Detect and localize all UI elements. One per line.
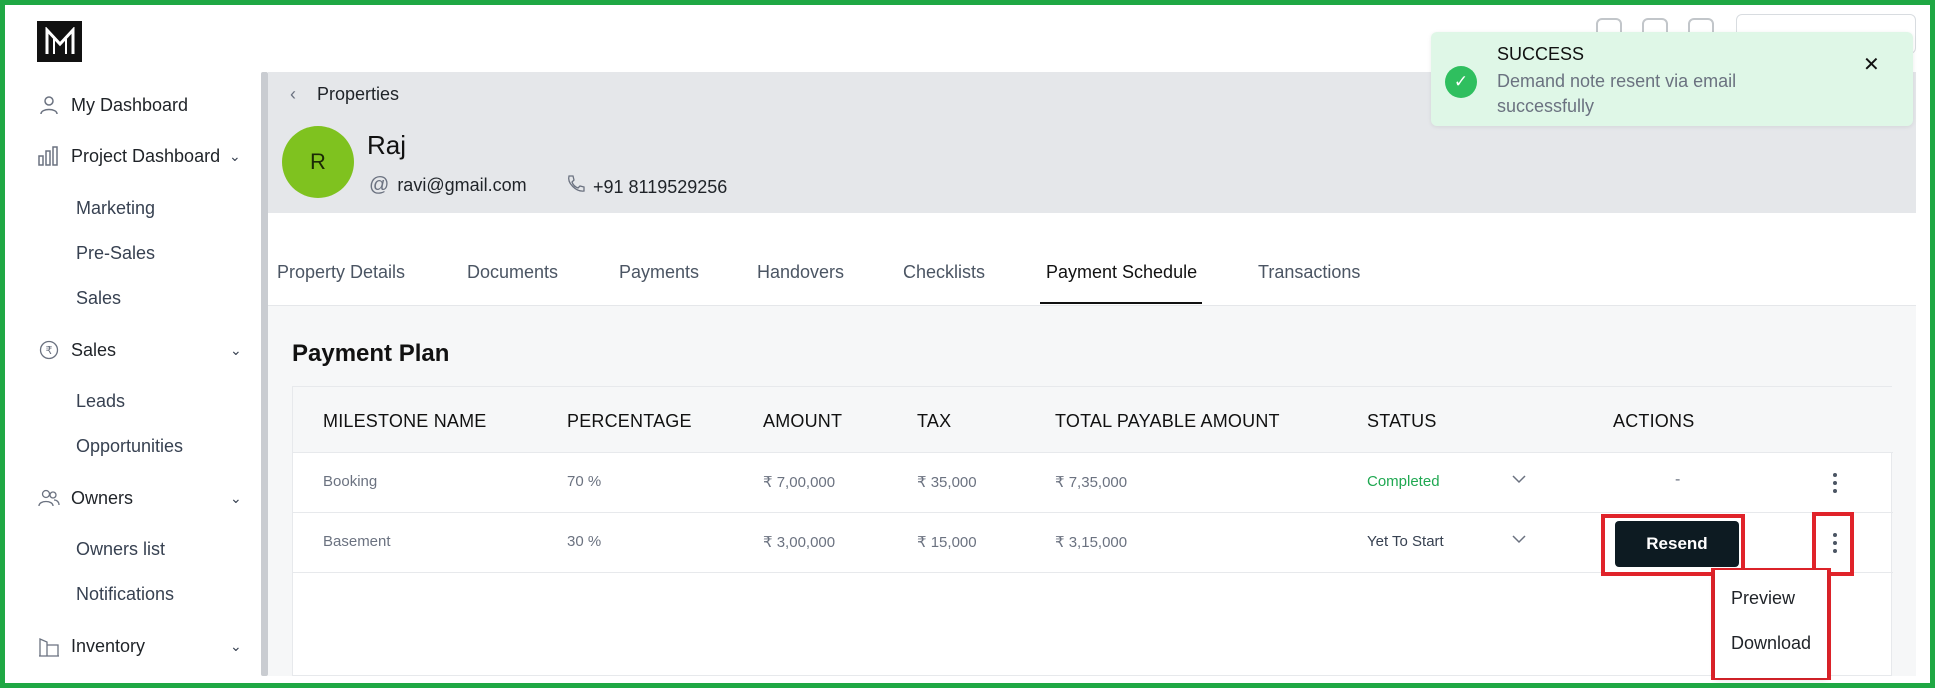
email-value: ravi@gmail.com	[397, 175, 527, 195]
status-dropdown-chevron-icon[interactable]	[1511, 531, 1527, 552]
customer-email: @ ravi@gmail.com	[369, 174, 527, 197]
tab-transactions[interactable]: Transactions	[1258, 262, 1360, 299]
success-toast: ✓ SUCCESS Demand note resent via email s…	[1431, 32, 1913, 126]
column-header: STATUS	[1367, 411, 1437, 431]
tab-payment-schedule[interactable]: Payment Schedule	[1046, 262, 1197, 299]
toast-title: SUCCESS	[1497, 44, 1585, 64]
row-menu-kebab-icon[interactable]	[1825, 465, 1845, 501]
column-header: MILESTONE NAME	[323, 411, 487, 431]
sidebar-item-owners[interactable]: Owners ⌄	[37, 486, 247, 510]
row-actions-menu: Preview Download	[1715, 570, 1827, 678]
sidebar-item-sales-dashboard[interactable]: Sales	[76, 288, 121, 309]
sidebar-item-label: Inventory	[71, 635, 146, 656]
tab-documents[interactable]: Documents	[467, 262, 558, 299]
milestone-cell: Booking	[323, 473, 378, 490]
chevron-down-icon[interactable]: ⌄	[230, 342, 242, 359]
section-title: Payment Plan	[292, 340, 450, 367]
tab-handovers[interactable]: Handovers	[757, 262, 844, 299]
status-cell: Yet To Start	[1367, 533, 1444, 550]
table-row: Basement 30 % ₹ 3,00,000 ₹ 15,000 ₹ 3,15…	[293, 513, 1893, 573]
users-icon	[37, 486, 61, 510]
percentage-cell: 70 %	[567, 473, 602, 490]
sidebar-item-my-dashboard[interactable]: My Dashboard	[37, 93, 188, 117]
toast-message: Demand note resent via email successfull…	[1497, 71, 1737, 116]
back-chevron-icon[interactable]: ‹	[290, 84, 296, 105]
sidebar-item-owners-list[interactable]: Owners list	[76, 539, 165, 560]
bar-chart-icon	[37, 144, 61, 168]
sidebar-item-label: My Dashboard	[71, 94, 189, 115]
column-header: TOTAL PAYABLE AMOUNT	[1055, 411, 1280, 431]
rupee-icon: ₹	[37, 338, 61, 362]
sidebar-item-notifications[interactable]: Notifications	[76, 584, 174, 605]
avatar: R	[282, 126, 354, 198]
percentage-cell: 30 %	[567, 533, 602, 550]
user-icon	[37, 93, 61, 117]
tab-payments[interactable]: Payments	[619, 262, 699, 299]
chevron-down-icon[interactable]: ⌄	[229, 148, 241, 165]
menu-item-download[interactable]: Download	[1731, 633, 1811, 654]
chevron-down-icon[interactable]: ⌄	[230, 490, 242, 507]
menu-item-preview[interactable]: Preview	[1731, 588, 1795, 609]
sidebar-item-sales[interactable]: ₹ Sales ⌄	[37, 338, 247, 362]
column-header: ACTIONS	[1613, 411, 1695, 431]
sidebar-item-opportunities[interactable]: Opportunities	[76, 436, 183, 457]
no-action: -	[1675, 471, 1681, 488]
sidebar-item-label: Owners	[71, 487, 134, 508]
tax-cell: ₹ 35,000	[917, 474, 977, 491]
status-dropdown-chevron-icon[interactable]	[1511, 471, 1527, 492]
svg-text:₹: ₹	[46, 344, 53, 357]
logo-mark-icon	[45, 26, 74, 54]
sidebar-item-pre-sales[interactable]: Pre-Sales	[76, 243, 155, 264]
active-tab-indicator	[1040, 302, 1202, 304]
sidebar-item-label: Project Dashboard	[71, 145, 221, 166]
sidebar-item-label: Sales	[71, 339, 117, 360]
building-icon	[37, 634, 61, 658]
sidebar-item-project-dashboard[interactable]: Project Dashboard ⌄	[37, 144, 247, 168]
customer-phone: +91 8119529256	[565, 174, 727, 200]
table-row: Booking 70 % ₹ 7,00,000 ₹ 35,000 ₹ 7,35,…	[293, 453, 1893, 513]
total-cell: ₹ 3,15,000	[1055, 534, 1128, 551]
row-menu-kebab-icon[interactable]	[1825, 525, 1845, 561]
tax-cell: ₹ 15,000	[917, 534, 977, 551]
payment-plan-table: MILESTONE NAME PERCENTAGE AMOUNT TAX TOT…	[292, 386, 1893, 676]
amount-cell: ₹ 3,00,000	[763, 534, 836, 551]
tab-property-details[interactable]: Property Details	[277, 262, 405, 299]
column-header: AMOUNT	[763, 411, 843, 431]
phone-value: +91 8119529256	[593, 176, 728, 197]
milestone-cell: Basement	[323, 533, 391, 550]
tab-checklists[interactable]: Checklists	[903, 262, 985, 299]
sidebar-item-leads[interactable]: Leads	[76, 391, 125, 412]
column-header: TAX	[917, 411, 952, 431]
sidebar-item-marketing[interactable]: Marketing	[76, 198, 155, 219]
phone-icon	[565, 174, 585, 200]
breadcrumb[interactable]: Properties	[317, 84, 399, 105]
table-header: MILESTONE NAME PERCENTAGE AMOUNT TAX TOT…	[293, 387, 1893, 453]
resend-button[interactable]: Resend	[1615, 521, 1739, 567]
amount-cell: ₹ 7,00,000	[763, 474, 836, 491]
at-sign-icon: @	[369, 174, 390, 196]
sidebar-scrollbar[interactable]	[261, 72, 268, 676]
customer-name: Raj	[367, 130, 407, 160]
app-logo[interactable]	[37, 21, 82, 62]
column-header: PERCENTAGE	[567, 411, 692, 431]
status-cell: Completed	[1367, 473, 1440, 490]
total-cell: ₹ 7,35,000	[1055, 474, 1128, 491]
check-circle-icon: ✓	[1445, 66, 1477, 98]
chevron-down-icon[interactable]: ⌄	[230, 638, 242, 655]
close-icon[interactable]: ✕	[1863, 52, 1880, 77]
sidebar-item-inventory[interactable]: Inventory ⌄	[37, 634, 247, 658]
